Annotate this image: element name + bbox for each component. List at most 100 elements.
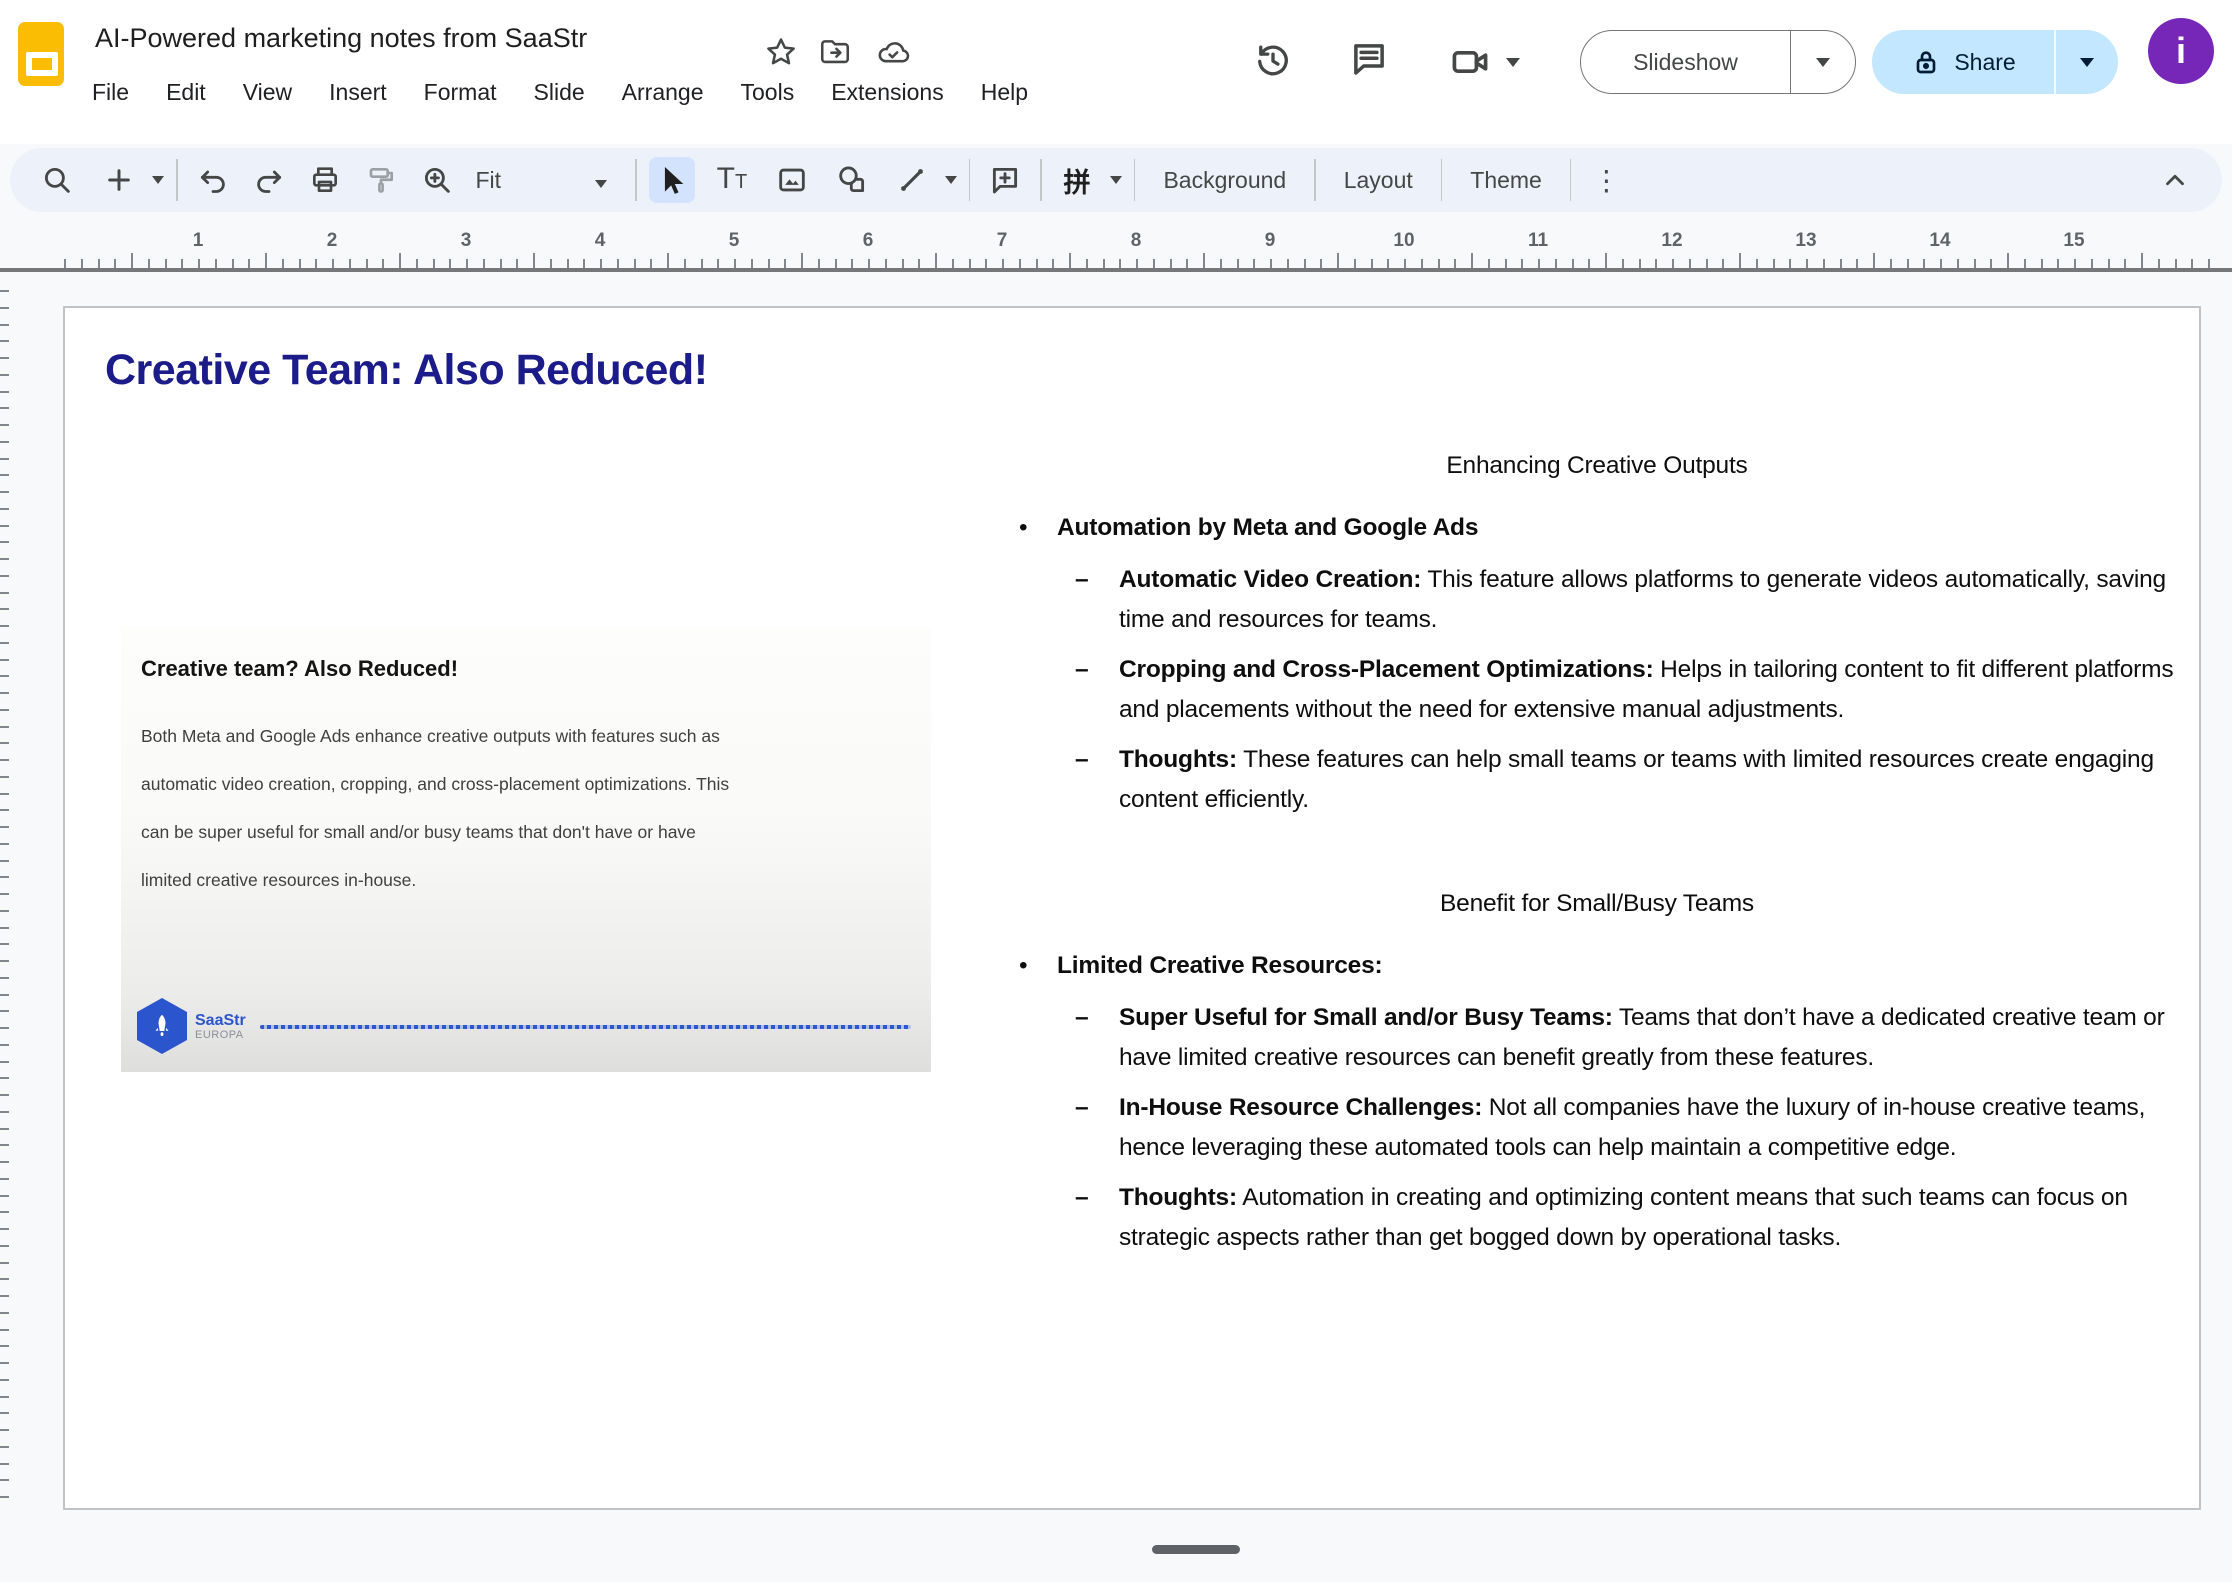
document-title[interactable]: AI-Powered marketing notes from SaaStr bbox=[95, 23, 587, 54]
zoom-value: Fit bbox=[476, 167, 502, 193]
image-heading: Creative team? Also Reduced! bbox=[141, 656, 458, 682]
toolbar-separator bbox=[1441, 159, 1443, 201]
saastr-logo-icon bbox=[137, 998, 187, 1054]
top-bar: AI-Powered marketing notes from SaaStr F… bbox=[0, 0, 2232, 144]
bullet-item: Automation by Meta and Google Ads bbox=[1013, 508, 2181, 548]
bullet-item: Limited Creative Resources: bbox=[1013, 946, 2181, 986]
menu-slide[interactable]: Slide bbox=[534, 79, 585, 106]
share-dropdown[interactable] bbox=[2054, 30, 2118, 94]
sub-bullet-label: Super Useful for Small and/or Busy Teams… bbox=[1119, 1004, 1613, 1031]
image-body-text: Both Meta and Google Ads enhance creativ… bbox=[141, 712, 729, 904]
saastr-logo-text: SaaStr EUROPA bbox=[195, 1012, 246, 1041]
vertical-ruler[interactable] bbox=[0, 272, 10, 1508]
sub-bullet-label: Cropping and Cross-Placement Optimizatio… bbox=[1119, 656, 1654, 683]
zoom-dropdown-icon bbox=[595, 180, 607, 188]
cloud-saved-icon[interactable] bbox=[876, 35, 910, 69]
sub-bullet-item: Super Useful for Small and/or Busy Teams… bbox=[1013, 998, 2181, 1078]
menu-extensions[interactable]: Extensions bbox=[831, 79, 944, 106]
new-slide-button[interactable] bbox=[96, 157, 142, 203]
menu-view[interactable]: View bbox=[243, 79, 292, 106]
embedded-slide-image[interactable]: Creative team? Also Reduced! Both Meta a… bbox=[121, 628, 931, 1072]
insert-shape-button[interactable] bbox=[829, 157, 875, 203]
section-heading: Benefit for Small/Busy Teams bbox=[1013, 884, 2181, 924]
input-tools-button[interactable]: 拼 bbox=[1054, 157, 1100, 203]
redo-button[interactable] bbox=[246, 157, 292, 203]
menu-edit[interactable]: Edit bbox=[166, 79, 206, 106]
sub-bullet-label: Automatic Video Creation: bbox=[1119, 566, 1421, 593]
print-button[interactable] bbox=[302, 157, 348, 203]
toolbar-separator bbox=[969, 159, 971, 201]
version-history-icon[interactable] bbox=[1252, 38, 1294, 80]
chevron-down-icon bbox=[2080, 58, 2094, 67]
rocket-icon bbox=[147, 1011, 177, 1041]
sub-bullet-item: In-House Resource Challenges: Not all co… bbox=[1013, 1088, 2181, 1168]
menu-arrange[interactable]: Arrange bbox=[622, 79, 704, 106]
slide-canvas[interactable]: Creative Team: Also Reduced! Creative te… bbox=[63, 306, 2201, 1510]
sub-bullet-item: Cropping and Cross-Placement Optimizatio… bbox=[1013, 650, 2181, 730]
bullet-label: Limited Creative Resources: bbox=[1057, 946, 1382, 986]
toolbar-separator bbox=[1040, 159, 1042, 201]
comments-icon[interactable] bbox=[1348, 38, 1390, 80]
slide-notes-textbox[interactable]: Enhancing Creative Outputs Automation by… bbox=[1013, 446, 2181, 1268]
meet-call-control bbox=[1448, 40, 1520, 84]
menu-bar: File Edit View Insert Format Slide Arran… bbox=[92, 79, 1028, 106]
sub-bullet-text: Automation in creating and optimizing co… bbox=[1119, 1184, 2128, 1251]
sub-bullet-item: Thoughts: Automation in creating and opt… bbox=[1013, 1178, 2181, 1258]
layout-button[interactable]: Layout bbox=[1328, 167, 1429, 194]
search-menus-icon[interactable] bbox=[34, 157, 80, 203]
sub-bullet-label: In-House Resource Challenges: bbox=[1119, 1094, 1482, 1121]
ruler-baseline bbox=[0, 268, 2232, 272]
background-button[interactable]: Background bbox=[1147, 167, 1302, 194]
sub-bullet-item: Thoughts: These features can help small … bbox=[1013, 740, 2181, 820]
line-dropdown-icon[interactable] bbox=[945, 176, 957, 184]
text-box-button[interactable]: TT bbox=[709, 157, 755, 203]
sub-bullet-text: These features can help small teams or t… bbox=[1119, 746, 2154, 813]
menu-format[interactable]: Format bbox=[424, 79, 497, 106]
menu-insert[interactable]: Insert bbox=[329, 79, 387, 106]
cursor-arrow-icon bbox=[655, 163, 689, 197]
new-slide-dropdown-icon[interactable] bbox=[152, 176, 164, 184]
slideshow-split-button: Slideshow bbox=[1580, 30, 1856, 94]
insert-line-button[interactable] bbox=[889, 157, 935, 203]
video-camera-icon[interactable] bbox=[1448, 40, 1492, 84]
zoom-select[interactable]: Fit bbox=[460, 167, 624, 194]
slideshow-button[interactable]: Slideshow bbox=[1581, 49, 1790, 76]
menu-tools[interactable]: Tools bbox=[741, 79, 795, 106]
wavy-divider-line bbox=[260, 1025, 911, 1029]
theme-button[interactable]: Theme bbox=[1454, 167, 1558, 194]
share-button[interactable]: Share bbox=[1872, 30, 2054, 94]
camera-dropdown-icon[interactable] bbox=[1506, 58, 1520, 67]
section-heading: Enhancing Creative Outputs bbox=[1013, 446, 2181, 486]
insert-image-button[interactable] bbox=[769, 157, 815, 203]
paint-format-button[interactable] bbox=[358, 157, 404, 203]
more-options-button[interactable]: ⋮ bbox=[1583, 157, 1629, 203]
toolbar-separator bbox=[1570, 159, 1572, 201]
chevron-down-icon bbox=[1816, 58, 1830, 67]
move-to-folder-icon[interactable] bbox=[818, 35, 852, 69]
select-tool-button[interactable] bbox=[649, 157, 695, 203]
add-comment-button[interactable] bbox=[982, 157, 1028, 203]
toolbar-separator bbox=[635, 159, 637, 201]
collapse-toolbar-button[interactable] bbox=[2152, 157, 2198, 203]
image-footer: SaaStr EUROPA bbox=[137, 998, 911, 1054]
speaker-notes-resize-handle[interactable] bbox=[1152, 1545, 1240, 1554]
google-slides-logo-icon[interactable] bbox=[18, 22, 64, 86]
slide-title-textbox[interactable]: Creative Team: Also Reduced! bbox=[105, 346, 708, 395]
input-tools-dropdown-icon[interactable] bbox=[1110, 176, 1122, 184]
share-label: Share bbox=[1954, 49, 2015, 76]
star-icon[interactable] bbox=[764, 35, 798, 69]
undo-button[interactable] bbox=[190, 157, 236, 203]
sub-bullet-label: Thoughts: bbox=[1119, 1184, 1237, 1211]
bullet-label: Automation by Meta and Google Ads bbox=[1057, 508, 1478, 548]
toolbar-separator bbox=[176, 159, 178, 201]
menu-file[interactable]: File bbox=[92, 79, 129, 106]
horizontal-ruler[interactable]: 123456789101112131415 bbox=[0, 214, 2232, 272]
account-avatar[interactable]: i bbox=[2148, 18, 2214, 84]
toolbar-separator bbox=[1134, 159, 1136, 201]
share-split-button: Share bbox=[1872, 30, 2118, 94]
slideshow-dropdown[interactable] bbox=[1790, 31, 1855, 93]
sub-bullet-item: Automatic Video Creation: This feature a… bbox=[1013, 560, 2181, 640]
menu-help[interactable]: Help bbox=[981, 79, 1028, 106]
zoom-in-icon[interactable] bbox=[414, 157, 460, 203]
sub-bullet-label: Thoughts: bbox=[1119, 746, 1237, 773]
